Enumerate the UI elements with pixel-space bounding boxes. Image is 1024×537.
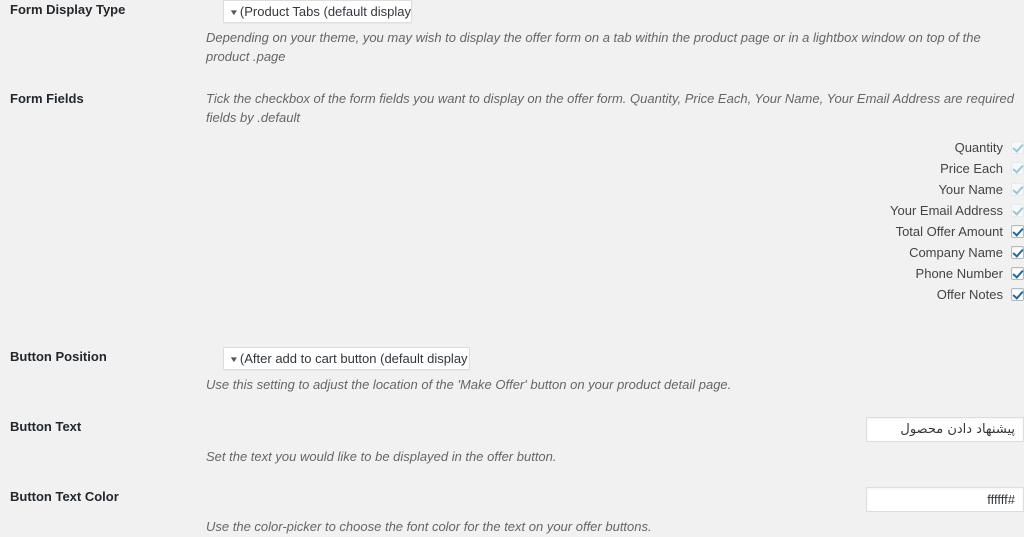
form-field-offer-notes[interactable]: Offer Notes: [233, 284, 1024, 305]
form-field-label: Price Each: [940, 161, 1003, 176]
row-button-text-color: .Use the color-picker to choose the font…: [0, 487, 1024, 536]
form-fields-label: Form Fields: [10, 91, 84, 106]
button-text-description: .Set the text you would like to be displ…: [206, 449, 557, 464]
form-field-quantity[interactable]: Quantity: [233, 137, 1024, 158]
form-display-type-select[interactable]: ▼(Product Tabs (default display: [223, 0, 412, 23]
chevron-down-icon: ▼: [228, 355, 240, 364]
form-field-phone-number[interactable]: Phone Number: [233, 263, 1024, 284]
button-position-field: ▼(After add to cart button (default disp…: [206, 347, 1024, 394]
button-position-label: Button Position: [10, 349, 107, 364]
checkbox-price-each: [1011, 162, 1024, 175]
form-field-label: Quantity: [954, 140, 1003, 155]
checkbox-phone-number[interactable]: [1011, 267, 1024, 280]
form-field-total-offer-amount[interactable]: Total Offer Amount: [233, 221, 1024, 242]
checkbox-your-name: [1011, 183, 1024, 196]
form-field-your-email-address[interactable]: Your Email Address: [233, 200, 1024, 221]
form-fields-field: Tick the checkbox of the form fields you…: [206, 89, 1024, 305]
checkbox-offer-notes[interactable]: [1011, 288, 1024, 301]
form-field-label: Your Name: [938, 182, 1003, 197]
form-field-label: Total Offer Amount: [895, 224, 1003, 239]
button-text-color-input[interactable]: [866, 487, 1024, 512]
form-display-type-field: ▼(Product Tabs (default display Dependin…: [206, 0, 1024, 66]
form-display-type-select-value: (Product Tabs (default display: [239, 4, 411, 19]
button-text-label: Button Text: [10, 419, 82, 434]
row-button-text: .Set the text you would like to be displ…: [0, 417, 1024, 466]
button-position-select-value: (After add to cart button (default displ…: [239, 351, 468, 366]
form-fields-checkbox-list: Quantity Price Each Your Name Your Email…: [223, 137, 1024, 305]
form-field-price-each[interactable]: Price Each: [233, 158, 1024, 179]
chevron-down-icon: ▼: [228, 8, 240, 17]
form-display-type-label: Form Display Type: [10, 2, 126, 17]
form-display-type-description: Depending on your theme, you may wish to…: [206, 30, 981, 64]
checkbox-company-name[interactable]: [1011, 246, 1024, 259]
form-field-label: Your Email Address: [890, 203, 1003, 218]
form-field-label: Company Name: [909, 245, 1003, 260]
button-text-field: .Set the text you would like to be displ…: [206, 417, 1024, 466]
button-text-color-field: .Use the color-picker to choose the font…: [206, 487, 1024, 536]
row-form-fields: Tick the checkbox of the form fields you…: [0, 89, 1024, 305]
checkbox-total-offer-amount[interactable]: [1011, 225, 1024, 238]
row-button-position: ▼(After add to cart button (default disp…: [0, 347, 1024, 394]
form-field-your-name[interactable]: Your Name: [233, 179, 1024, 200]
form-fields-description: Tick the checkbox of the form fields you…: [206, 91, 1014, 125]
row-form-display-type: ▼(Product Tabs (default display Dependin…: [0, 0, 1024, 66]
checkbox-your-email-address: [1011, 204, 1024, 217]
button-text-input[interactable]: [866, 417, 1024, 442]
checkbox-quantity: [1011, 141, 1024, 154]
button-text-color-description: .Use the color-picker to choose the font…: [206, 519, 652, 534]
button-position-select[interactable]: ▼(After add to cart button (default disp…: [223, 347, 470, 370]
button-text-color-label: Button Text Color: [10, 489, 119, 504]
button-position-description: .Use this setting to adjust the location…: [206, 377, 732, 392]
form-field-company-name[interactable]: Company Name: [233, 242, 1024, 263]
form-field-label: Offer Notes: [936, 287, 1003, 302]
form-field-label: Phone Number: [915, 266, 1003, 281]
settings-page: ▼(Product Tabs (default display Dependin…: [0, 0, 1024, 537]
